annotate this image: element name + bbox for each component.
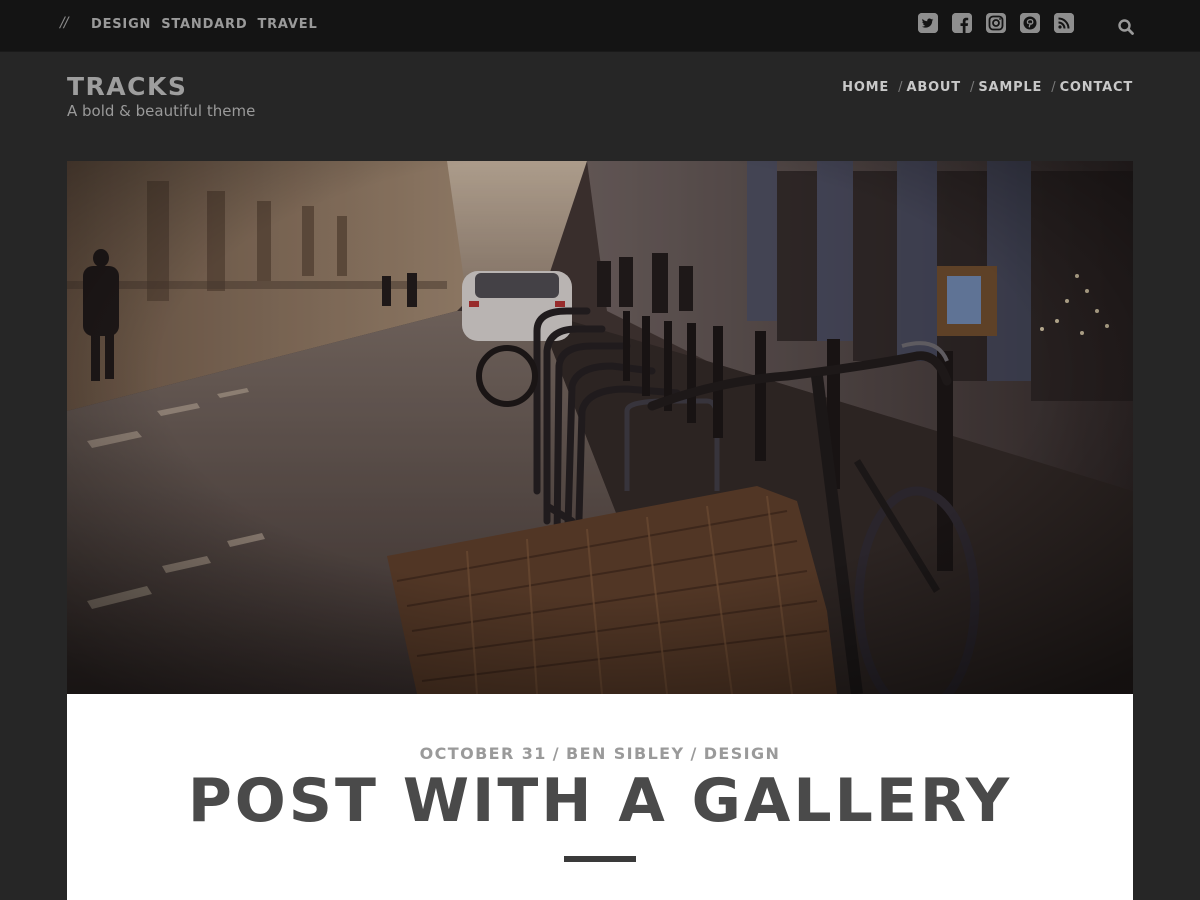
meta-separator: / xyxy=(690,744,698,763)
site-tagline: A bold & beautiful theme xyxy=(67,102,256,120)
post-meta: OCTOBER 31 / BEN SIBLEY / DESIGN xyxy=(67,744,1133,763)
topbar-decor: // xyxy=(60,15,69,31)
meta-separator: / xyxy=(552,744,561,763)
post-category-link[interactable]: DESIGN xyxy=(704,744,781,763)
post-card: OCTOBER 31 / BEN SIBLEY / DESIGN POST WITH A… xyxy=(67,694,1133,900)
social-icons xyxy=(918,13,1074,33)
nav-home-link[interactable]: HOME xyxy=(842,80,889,95)
featured-image[interactable] xyxy=(67,161,1133,694)
pinterest-icon[interactable] xyxy=(1020,13,1040,33)
title-divider xyxy=(564,856,636,862)
nav-about-link[interactable]: ABOUT xyxy=(907,80,961,95)
twitter-icon[interactable] xyxy=(918,13,938,33)
primary-menu: HOME / ABOUT / SAMPLE / CONTACT xyxy=(842,80,1133,95)
category-design-link[interactable]: DESIGN xyxy=(91,17,151,32)
nav-contact-link[interactable]: CONTACT xyxy=(1060,80,1133,95)
category-travel-link[interactable]: TRAVEL xyxy=(257,17,317,32)
nav-separator: / xyxy=(969,80,975,95)
category-standard-link[interactable]: STANDARD xyxy=(161,17,247,32)
nav-sample-link[interactable]: SAMPLE xyxy=(978,80,1042,95)
search-icon[interactable] xyxy=(1117,18,1135,36)
category-menu: DESIGN STANDARD TRAVEL xyxy=(91,17,318,32)
facebook-icon[interactable] xyxy=(952,13,972,33)
nav-separator: / xyxy=(1051,80,1056,95)
post-title[interactable]: POST WITH A GALLERY xyxy=(67,766,1133,836)
top-bar: // DESIGN STANDARD TRAVEL xyxy=(0,0,1200,52)
instagram-icon[interactable] xyxy=(986,13,1006,33)
site-title[interactable]: TRACKS xyxy=(67,72,187,101)
rss-icon[interactable] xyxy=(1054,13,1074,33)
nav-separator: / xyxy=(898,80,903,95)
post-date-link[interactable]: OCTOBER 31 xyxy=(420,744,547,763)
post-author-link[interactable]: BEN SIBLEY xyxy=(566,744,684,763)
